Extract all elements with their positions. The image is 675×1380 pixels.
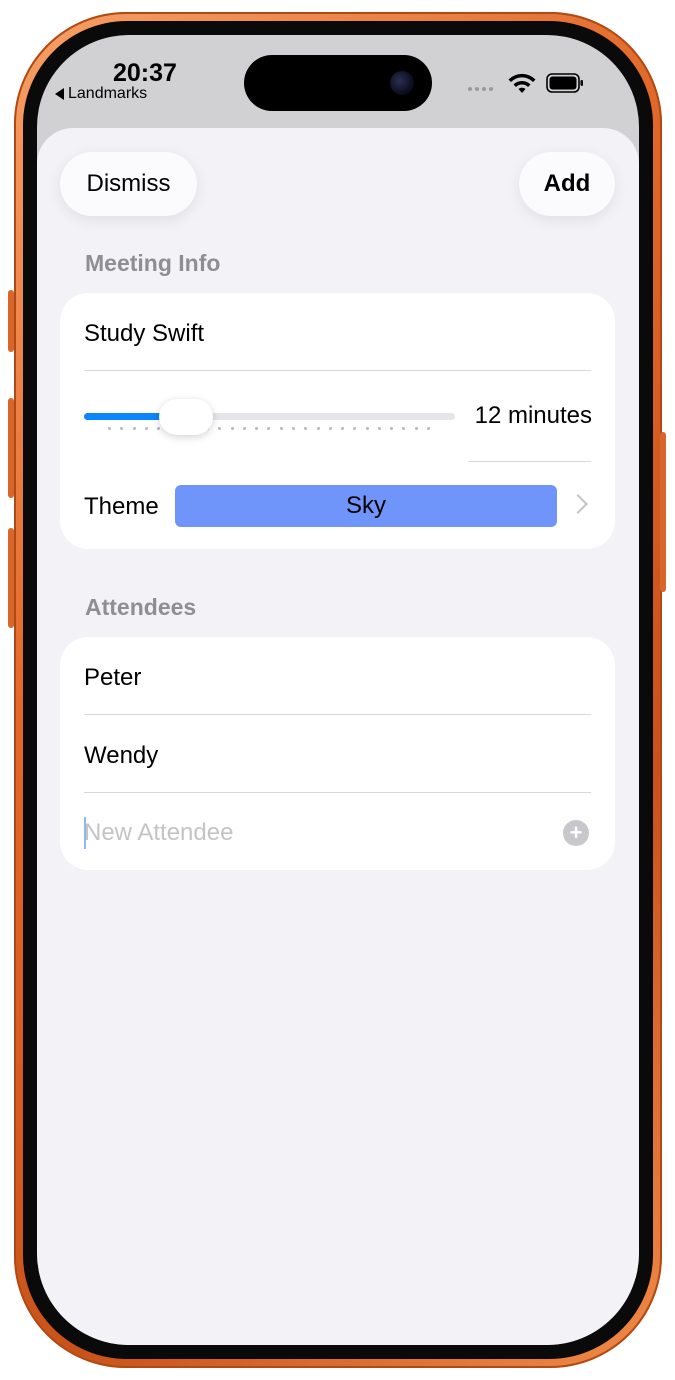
attendee-row[interactable]: Peter (84, 664, 141, 692)
wifi-icon (508, 73, 536, 93)
status-time: 20:37 (113, 59, 177, 87)
volume-up-button (8, 398, 14, 498)
divider (84, 792, 591, 793)
back-app-label: Landmarks (68, 85, 148, 102)
camera-icon (390, 71, 414, 95)
slider-ticks (108, 427, 430, 430)
text-caret (84, 817, 86, 849)
length-slider-fill (84, 413, 166, 420)
back-to-app-link[interactable]: Landmarks (55, 85, 147, 103)
meeting-title-field[interactable]: Study Swift (84, 320, 204, 348)
action-button (8, 290, 14, 352)
length-slider-track[interactable] (84, 413, 455, 420)
add-button[interactable]: Add (519, 152, 615, 216)
theme-picker[interactable]: Sky (175, 485, 557, 527)
divider (468, 461, 591, 462)
length-slider-thumb[interactable] (159, 399, 213, 435)
meeting-info-header: Meeting Info (85, 250, 221, 276)
screen: 20:37 Landmarks Dismiss Add Meeting Info… (37, 35, 639, 1345)
attendees-card: Peter Wendy + (60, 637, 615, 870)
back-triangle-icon (55, 88, 64, 100)
length-minutes-label: 12 minutes (474, 402, 592, 429)
chevron-right-icon[interactable] (568, 494, 588, 514)
battery-icon (546, 73, 583, 93)
add-meeting-sheet: Dismiss Add Meeting Info Study Swift 12 … (37, 128, 639, 1345)
divider (84, 370, 591, 371)
meeting-info-card: Study Swift 12 minutes Theme Sky (60, 293, 615, 549)
cellular-signal-icon (468, 87, 493, 91)
add-attendee-plus-icon[interactable]: + (563, 820, 589, 846)
attendee-row[interactable]: Wendy (84, 742, 158, 770)
attendees-header: Attendees (85, 594, 197, 620)
dynamic-island (244, 55, 432, 111)
divider (84, 714, 591, 715)
volume-down-button (8, 528, 14, 628)
theme-label: Theme (84, 493, 159, 520)
new-attendee-input[interactable] (84, 817, 544, 849)
side-button (660, 432, 666, 592)
dismiss-button[interactable]: Dismiss (60, 152, 197, 216)
